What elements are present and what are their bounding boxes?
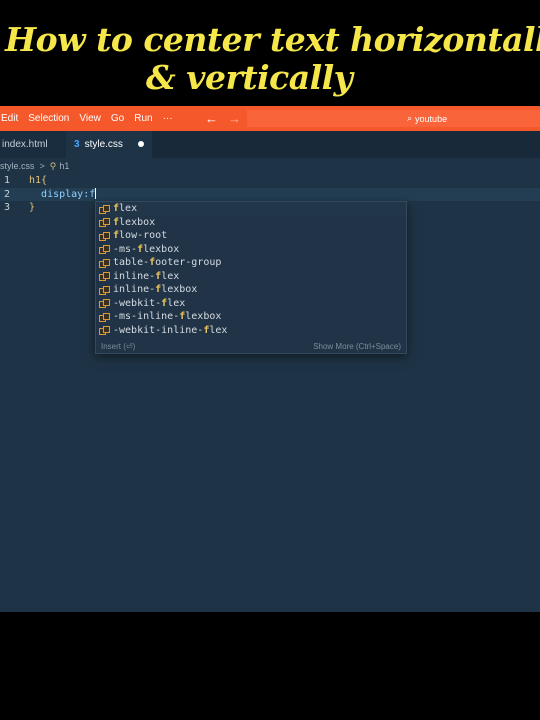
breadcrumb-separator: > bbox=[39, 161, 45, 171]
caption-line-1: How to center text horizontally bbox=[5, 20, 540, 59]
suggestion-item[interactable]: flex bbox=[96, 202, 406, 216]
code-line-current: 2 display:f bbox=[0, 187, 540, 201]
text-cursor bbox=[95, 188, 97, 199]
back-arrow-icon[interactable]: ← bbox=[205, 111, 218, 126]
suggestion-item[interactable]: inline-flex bbox=[96, 270, 406, 284]
forward-arrow-icon[interactable]: → bbox=[228, 111, 241, 126]
code-editor-window: Edit Selection View Go Run ··· ← → ⌕ you… bbox=[0, 106, 540, 612]
menu-view[interactable]: View bbox=[75, 106, 105, 131]
property-value-icon bbox=[99, 326, 110, 336]
css3-icon: 3 bbox=[74, 139, 80, 150]
tab-label: index.html bbox=[2, 139, 48, 150]
suggestion-item[interactable]: table-footer-group bbox=[96, 256, 406, 270]
suggestion-label: inline-flex bbox=[113, 270, 180, 282]
suggestion-item[interactable]: -webkit-flex bbox=[96, 297, 406, 311]
caption-line-2: & vertically bbox=[146, 58, 353, 97]
property-value-icon bbox=[99, 272, 110, 282]
suggestion-label: table-footer-group bbox=[113, 257, 222, 268]
symbol-selector-icon: ⚲ bbox=[49, 160, 57, 171]
video-caption: How to center text horizontally & vertic… bbox=[0, 0, 540, 104]
command-center-search[interactable]: ⌕ youtube bbox=[247, 110, 540, 127]
css-selector: h1 bbox=[29, 175, 42, 186]
tab-bar: index.html 3 style.css bbox=[0, 131, 540, 158]
suggestion-label: -webkit-flex bbox=[113, 297, 186, 309]
menu-run[interactable]: Run bbox=[130, 106, 156, 131]
suggestion-item[interactable]: flow-root bbox=[96, 229, 406, 243]
code-line: 1 h1{ bbox=[0, 174, 540, 188]
property-value-icon bbox=[99, 204, 110, 214]
suggestion-item[interactable]: inline-flexbox bbox=[96, 283, 406, 297]
suggestion-label: flexbox bbox=[113, 216, 156, 228]
tab-index-html[interactable]: index.html bbox=[0, 131, 68, 158]
close-brace: } bbox=[29, 202, 36, 213]
suggestion-label: -ms-inline-flexbox bbox=[113, 311, 222, 322]
suggestion-label: flow-root bbox=[113, 230, 168, 241]
suggestion-item[interactable]: -ms-inline-flexbox bbox=[96, 310, 406, 324]
suggestion-item[interactable]: -webkit-inline-flex bbox=[96, 324, 406, 338]
menu-edit[interactable]: Edit bbox=[0, 106, 22, 131]
menu-selection[interactable]: Selection bbox=[24, 106, 73, 131]
property-value-icon bbox=[99, 285, 110, 295]
property-value-icon bbox=[99, 245, 110, 255]
suggestion-item[interactable]: -ms-flexbox bbox=[96, 243, 406, 257]
suggestion-item[interactable]: flexbox bbox=[96, 216, 406, 230]
show-more-hint[interactable]: Show More (Ctrl+Space) bbox=[308, 342, 406, 351]
suggestion-label: -webkit-inline-flex bbox=[113, 324, 228, 336]
css-property: display:f bbox=[41, 188, 96, 200]
autocomplete-suggest-widget: flex flexbox flow-root -ms-flexbox table-foo… bbox=[95, 201, 407, 354]
unsaved-dot-icon[interactable] bbox=[138, 141, 144, 147]
breadcrumb: style.css > ⚲ h1 bbox=[0, 158, 69, 174]
suggestion-label: inline-flexbox bbox=[113, 284, 198, 295]
suggestion-label: flex bbox=[113, 203, 138, 214]
property-value-icon bbox=[99, 218, 110, 228]
property-value-icon bbox=[99, 231, 110, 241]
tab-label: style.css bbox=[84, 139, 123, 150]
breadcrumb-file[interactable]: style.css bbox=[0, 161, 35, 171]
property-value-icon bbox=[99, 312, 110, 322]
open-brace: { bbox=[41, 175, 48, 186]
menu-go[interactable]: Go bbox=[107, 106, 128, 131]
line-number: 2 bbox=[4, 188, 11, 200]
insert-hint: Insert (⏎) bbox=[101, 341, 136, 351]
suggest-footer: Insert (⏎) Show More (Ctrl+Space) bbox=[96, 339, 406, 353]
navigation-arrows: ← → bbox=[205, 106, 241, 131]
menu-more[interactable]: ··· bbox=[159, 106, 177, 131]
search-icon: ⌕ bbox=[407, 113, 413, 123]
property-value-icon bbox=[99, 299, 110, 309]
menu-bar: Edit Selection View Go Run ··· ← → ⌕ you… bbox=[0, 106, 540, 131]
command-center-text: youtube bbox=[415, 113, 448, 124]
property-value-icon bbox=[99, 258, 110, 268]
line-number: 3 bbox=[4, 202, 11, 213]
tab-style-css[interactable]: 3 style.css bbox=[66, 131, 152, 158]
line-number: 1 bbox=[4, 175, 11, 186]
breadcrumb-symbol[interactable]: h1 bbox=[59, 161, 69, 171]
suggestion-label: -ms-flexbox bbox=[113, 243, 180, 255]
